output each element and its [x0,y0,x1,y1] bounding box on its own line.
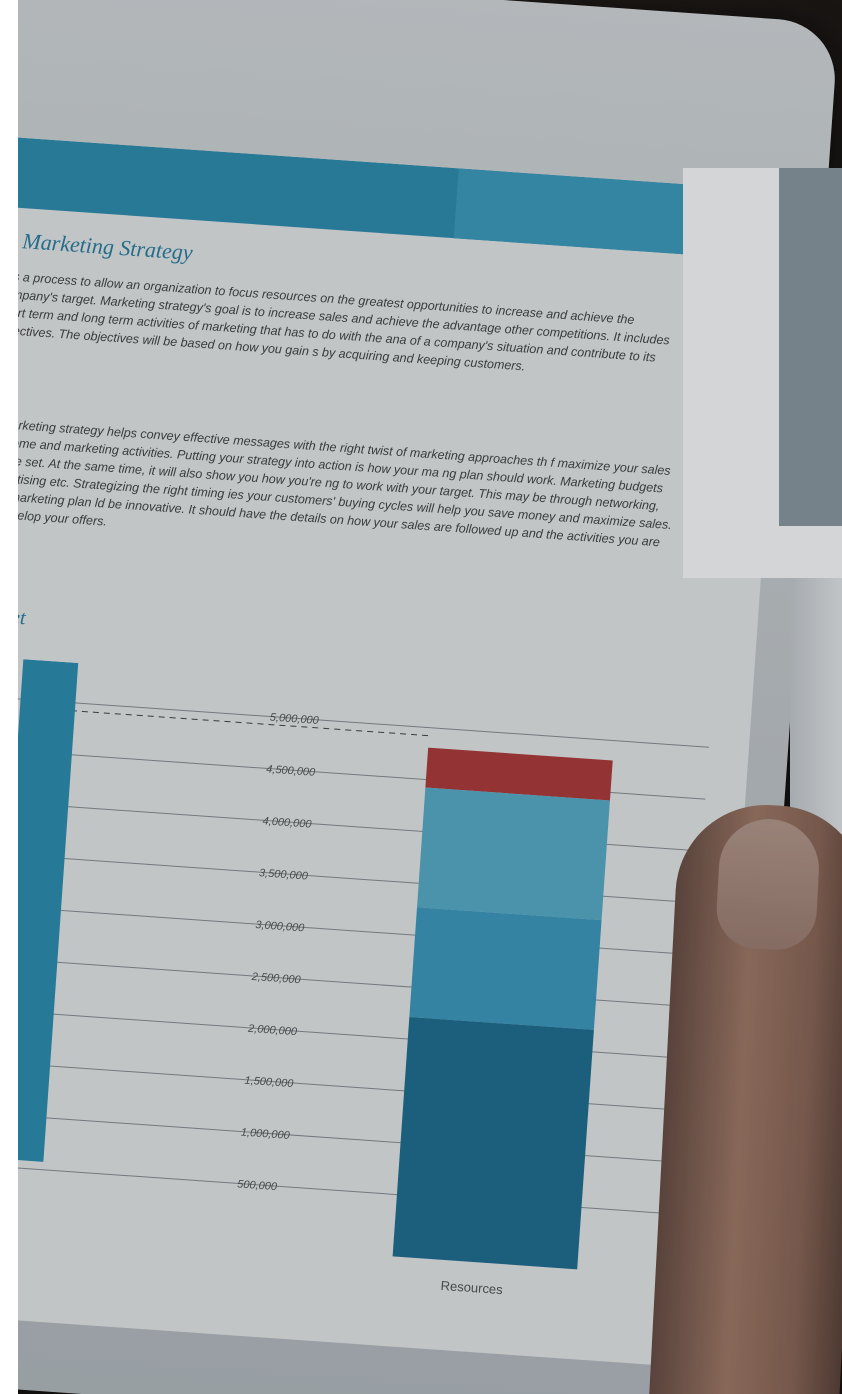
bar-resources-mid [417,787,610,921]
x-category-label: Resources [440,1278,504,1297]
paragraph-1: It is a process to allow an organization… [0,268,671,374]
left-white-edge [0,0,18,1394]
bar-resources-base [392,1016,594,1270]
y-tick-label: 1,000,000 [240,1127,291,1142]
overlay-white-shape [683,168,842,578]
y-tick-label: 3,000,000 [255,919,306,934]
y-tick-label: 500,000 [237,1178,278,1193]
gridline [0,692,709,748]
y-tick-label: 1,500,000 [244,1075,295,1090]
y-tick-label: 2,500,000 [250,971,302,987]
document-title: Marketing Strategy [21,228,194,265]
chart-svg: 5,000,000 4,500,000 4,000,000 3,500,000 3,00… [0,659,709,1297]
photo-scene: Marketing Strategy It is a process to al… [0,0,842,1394]
bar-chart: 5,000,000 4,500,000 4,000,000 3,500,000 3,00… [0,649,752,1349]
y-tick-label: 2,000,000 [247,1023,299,1039]
bar-resources-lower-mid [409,907,602,1030]
y-tick-label: 3,500,000 [259,867,310,882]
y-tick-label: 4,000,000 [262,815,313,830]
y-tick-label: 4,500,000 [266,763,317,778]
y-tick-label: 5,000,000 [269,712,320,727]
paragraph-2: A marketing strategy helps convey effect… [0,416,673,550]
hand-finger [647,800,842,1394]
reference-line [59,709,430,737]
